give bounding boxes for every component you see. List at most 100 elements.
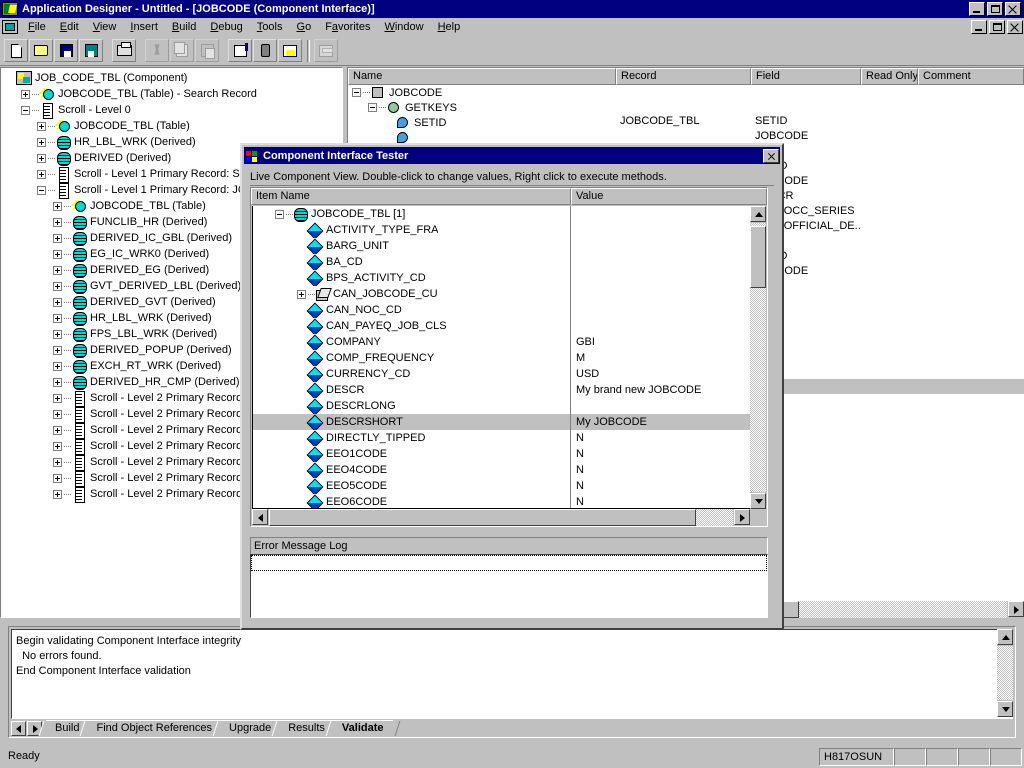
view-picture-icon[interactable] [278, 39, 302, 62]
ci-item-row[interactable]: DESCRMy brand new JOBCODE [253, 382, 750, 398]
ci-item-value[interactable]: GBI [571, 336, 750, 348]
maximize-button[interactable] [987, 2, 1003, 16]
project-properties-icon[interactable] [228, 39, 252, 62]
output-scroll-down-button[interactable] [997, 701, 1013, 717]
expand-icon[interactable] [53, 442, 62, 451]
database-icon[interactable] [314, 39, 338, 62]
expand-icon[interactable] [53, 330, 62, 339]
ci-scroll-left-button[interactable] [252, 509, 268, 525]
expand-icon[interactable] [53, 218, 62, 227]
ci-item-row[interactable]: COMPANYGBI [253, 334, 750, 350]
mdi-restore-button[interactable] [989, 20, 1005, 34]
ci-item-value[interactable]: My brand new JOBCODE [571, 384, 750, 396]
grid-header-read-only[interactable]: Read Only [861, 68, 918, 85]
expand-icon[interactable] [53, 314, 62, 323]
ci-item-row[interactable]: EEO1CODEN [253, 446, 750, 462]
menu-build[interactable]: Build [165, 20, 203, 34]
ci-scroll-right-button[interactable] [734, 509, 750, 525]
tree-item[interactable]: Scroll - Level 0 [5, 102, 342, 118]
ci-item-value[interactable]: N [571, 496, 750, 508]
ci-scroll-down-button[interactable] [750, 493, 766, 509]
expand-icon[interactable] [53, 362, 62, 371]
ci-item-row[interactable]: EEO5CODEN [253, 478, 750, 494]
expand-icon[interactable] [53, 394, 62, 403]
expand-icon[interactable] [53, 378, 62, 387]
error-message-log[interactable] [250, 554, 768, 618]
copy-icon[interactable] [170, 39, 194, 62]
menu-debug[interactable]: Debug [203, 20, 249, 34]
tree-item[interactable]: JOBCODE_TBL (Table) [5, 118, 342, 134]
ci-item-value[interactable]: M [571, 352, 750, 364]
ci-item-row[interactable]: DIRECTLY_TIPPEDN [253, 430, 750, 446]
expand-icon[interactable] [21, 90, 30, 99]
table-row[interactable]: SETIDJOBCODE_TBLSETID [348, 115, 1024, 130]
ci-item-value[interactable]: My JOBCODE [571, 416, 750, 428]
menu-edit[interactable]: Edit [53, 20, 86, 34]
ci-item-row[interactable]: CAN_JOBCODE_CU [253, 286, 750, 302]
grid-header-record[interactable]: Record [616, 68, 751, 85]
output-scroll-up-button[interactable] [997, 629, 1013, 645]
tab-scroll-left-button[interactable] [11, 721, 26, 736]
expand-icon[interactable] [37, 170, 46, 179]
minimize-button[interactable] [969, 2, 985, 16]
menu-insert[interactable]: Insert [123, 20, 165, 34]
ci-column-headers[interactable]: Item Name Value [251, 188, 767, 205]
mdi-minimize-button[interactable] [971, 20, 987, 34]
hscroll-right-button[interactable] [1008, 601, 1024, 617]
collapse-icon[interactable] [21, 106, 30, 115]
ci-header-value[interactable]: Value [571, 188, 767, 205]
output-tabs[interactable]: BuildFind Object ReferencesUpgradeResult… [47, 720, 393, 736]
grid-column-headers[interactable]: NameRecordFieldRead OnlyComment [348, 68, 1024, 85]
ci-header-item-name[interactable]: Item Name [251, 188, 571, 205]
grid-header-comment[interactable]: Comment [918, 68, 1024, 85]
expand-icon[interactable] [53, 426, 62, 435]
tree-item[interactable]: JOBCODE_TBL (Table) - Search Record [5, 86, 342, 102]
expand-icon[interactable] [53, 282, 62, 291]
new-document-icon[interactable] [4, 39, 28, 62]
tab-find-object-references[interactable]: Find Object References [87, 720, 221, 736]
save-all-icon[interactable] [79, 39, 103, 62]
collapse-icon[interactable] [368, 103, 377, 112]
expand-icon[interactable] [53, 410, 62, 419]
expand-icon[interactable] [53, 474, 62, 483]
ci-item-value[interactable]: N [571, 432, 750, 444]
menu-view[interactable]: View [86, 20, 124, 34]
ci-item-value[interactable]: USD [571, 368, 750, 380]
expand-icon[interactable] [53, 266, 62, 275]
menu-help[interactable]: Help [431, 20, 468, 34]
expand-icon[interactable] [37, 122, 46, 131]
cut-icon[interactable] [145, 39, 169, 62]
expand-icon[interactable] [53, 298, 62, 307]
expand-icon[interactable] [53, 346, 62, 355]
expand-icon[interactable] [53, 202, 62, 211]
grid-header-name[interactable]: Name [348, 68, 616, 85]
table-row[interactable]: JOBCODE [348, 85, 1024, 100]
output-vscrollbar[interactable] [997, 629, 1013, 717]
ci-rows[interactable]: JOBCODE_TBL [1]ACTIVITY_TYPE_FRABARG_UNI… [252, 206, 750, 509]
paste-icon[interactable] [195, 39, 219, 62]
print-icon[interactable] [112, 39, 136, 62]
ci-item-row[interactable]: CAN_NOC_CD [253, 302, 750, 318]
ci-item-row[interactable]: JOBCODE_TBL [1] [253, 206, 750, 222]
expand-icon[interactable] [53, 250, 62, 259]
menu-favorites[interactable]: Favorites [318, 20, 377, 34]
open-folder-icon[interactable] [29, 39, 53, 62]
ci-item-row[interactable]: BPS_ACTIVITY_CD [253, 270, 750, 286]
expand-icon[interactable] [53, 490, 62, 499]
expand-icon[interactable] [53, 234, 62, 243]
dialog-close-icon[interactable] [763, 149, 779, 163]
ci-hscroll-thumb[interactable] [269, 509, 696, 526]
ci-item-row[interactable]: EEO6CODEN [253, 494, 750, 509]
ci-item-row[interactable]: COMP_FREQUENCYM [253, 350, 750, 366]
ci-item-row[interactable]: EEO4CODEN [253, 462, 750, 478]
ci-vscrollbar[interactable] [750, 206, 766, 509]
table-row[interactable]: GETKEYS [348, 100, 1024, 115]
ci-item-row[interactable]: DESCRSHORTMy JOBCODE [253, 414, 750, 430]
close-icon[interactable] [1005, 2, 1021, 16]
ci-item-value[interactable]: N [571, 448, 750, 460]
menu-file[interactable]: File [21, 20, 53, 34]
object-properties-icon[interactable] [253, 39, 277, 62]
collapse-icon[interactable] [352, 88, 361, 97]
ci-scroll-thumb[interactable] [750, 226, 766, 288]
expand-icon[interactable] [297, 290, 306, 299]
